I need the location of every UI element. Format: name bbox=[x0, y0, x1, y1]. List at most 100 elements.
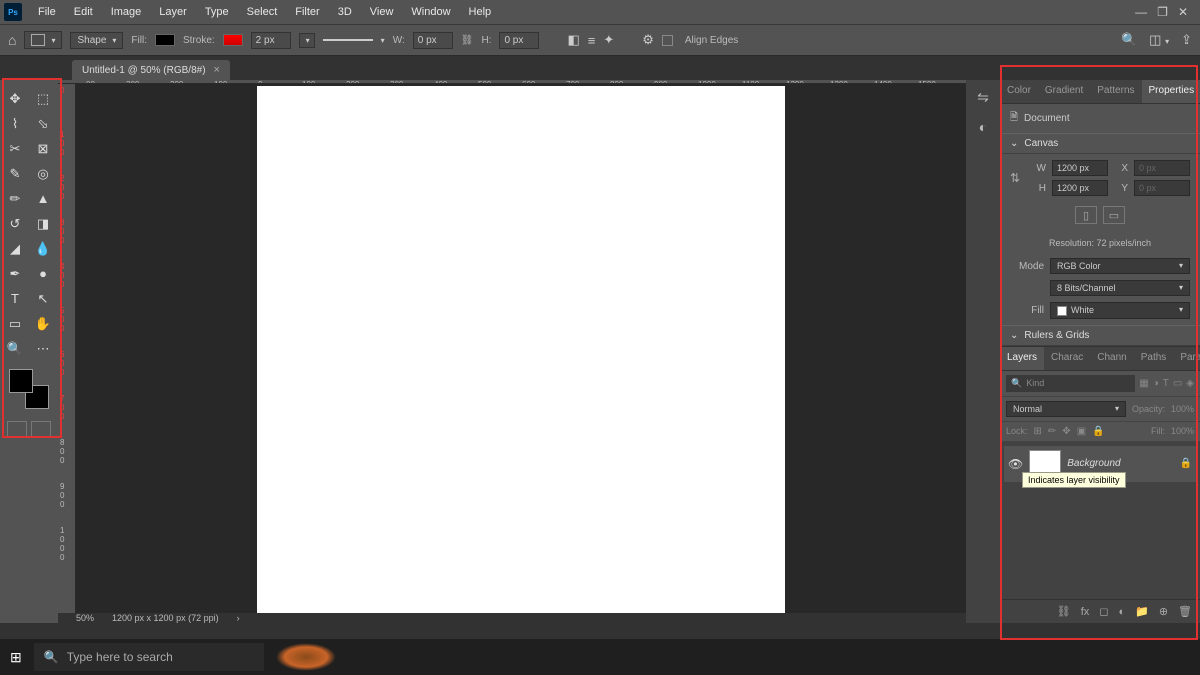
status-menu-chevron[interactable]: › bbox=[237, 613, 240, 623]
fill-swatch[interactable] bbox=[155, 34, 175, 46]
visibility-toggle[interactable]: 👁 bbox=[1008, 457, 1023, 471]
layer-mask-icon[interactable]: ◻ bbox=[1099, 605, 1108, 618]
lock-transparency-icon[interactable]: ⊞ bbox=[1034, 426, 1042, 437]
blur-tool[interactable]: 💧 bbox=[31, 238, 55, 259]
color-picker[interactable] bbox=[9, 369, 49, 409]
hand-tool[interactable]: ✋ bbox=[31, 313, 55, 334]
tab-patterns[interactable]: Patterns bbox=[1090, 80, 1141, 103]
brush-tool[interactable]: ✏ bbox=[3, 188, 27, 209]
canvas-heading[interactable]: ⌄Canvas bbox=[1000, 133, 1200, 154]
lock-artboard-icon[interactable]: ▣ bbox=[1077, 426, 1086, 437]
edit-toolbar[interactable]: ⋯ bbox=[31, 338, 55, 359]
filter-shape-icon[interactable]: ▭ bbox=[1173, 378, 1182, 389]
menu-3d[interactable]: 3D bbox=[330, 3, 360, 21]
crop-tool[interactable]: ✂ bbox=[3, 138, 27, 159]
frame-tool[interactable]: ⊠ bbox=[31, 138, 55, 159]
lock-position-icon[interactable]: ✥ bbox=[1062, 426, 1070, 437]
close-button[interactable]: ✕ bbox=[1178, 5, 1188, 19]
canvas-width-input[interactable] bbox=[1052, 160, 1108, 176]
lock-image-icon[interactable]: ✏ bbox=[1048, 426, 1056, 437]
menu-filter[interactable]: Filter bbox=[287, 3, 327, 21]
stroke-style-dropdown[interactable]: ▾ bbox=[299, 33, 315, 48]
arrange-icon[interactable]: ✦ bbox=[603, 32, 614, 48]
tab-paths[interactable]: Paths bbox=[1134, 347, 1174, 370]
gear-icon[interactable]: ⚙ bbox=[642, 32, 654, 48]
link-dims-icon[interactable]: ⇅ bbox=[1010, 171, 1020, 185]
filter-smart-icon[interactable]: ◈ bbox=[1186, 378, 1194, 389]
share-icon[interactable]: ⇪ bbox=[1181, 32, 1192, 48]
pen-tool[interactable]: ✒ bbox=[3, 263, 27, 284]
gradient-tool[interactable]: ◢ bbox=[3, 238, 27, 259]
filter-pixel-icon[interactable]: ▦ bbox=[1139, 378, 1148, 389]
quick-select-tool[interactable]: ⬂ bbox=[31, 113, 55, 134]
lock-all-icon[interactable]: 🔒 bbox=[1092, 426, 1104, 437]
align-icon[interactable]: ≡ bbox=[588, 33, 596, 48]
move-tool[interactable]: ✥ bbox=[3, 88, 27, 109]
link-icon[interactable]: ⛓ bbox=[461, 35, 474, 46]
stroke-swatch[interactable] bbox=[223, 34, 243, 46]
info-panel-icon[interactable]: ◐ bbox=[972, 116, 994, 138]
delete-layer-icon[interactable]: 🗑 bbox=[1178, 605, 1192, 618]
patch-tool[interactable]: ◎ bbox=[31, 163, 55, 184]
link-layers-icon[interactable]: ⛓ bbox=[1057, 605, 1071, 618]
layer-fx-icon[interactable]: fx bbox=[1081, 606, 1090, 618]
canvas-height-input[interactable] bbox=[1052, 180, 1108, 196]
tab-gradient[interactable]: Gradient bbox=[1038, 80, 1090, 103]
foreground-color-swatch[interactable] bbox=[9, 369, 33, 393]
bit-depth-select[interactable]: 8 Bits/Channel▾ bbox=[1050, 280, 1190, 296]
pathops-icon[interactable]: ◧ bbox=[567, 32, 579, 48]
menu-layer[interactable]: Layer bbox=[151, 3, 195, 21]
filter-adjust-icon[interactable]: ◑ bbox=[1153, 378, 1159, 389]
tab-layers[interactable]: Layers bbox=[1000, 347, 1044, 370]
new-layer-icon[interactable]: ⊕ bbox=[1159, 605, 1168, 618]
dodge-tool[interactable]: ● bbox=[31, 263, 55, 284]
eraser-tool[interactable]: ◨ bbox=[31, 213, 55, 234]
menu-view[interactable]: View bbox=[362, 3, 402, 21]
minimize-button[interactable]: — bbox=[1135, 5, 1147, 19]
menu-select[interactable]: Select bbox=[239, 3, 286, 21]
stroke-preview[interactable] bbox=[323, 39, 373, 41]
artboard[interactable] bbox=[257, 86, 785, 613]
path-select-tool[interactable]: ↖ bbox=[31, 288, 55, 309]
tab-properties[interactable]: Properties bbox=[1142, 80, 1200, 103]
type-tool[interactable]: T bbox=[3, 288, 27, 309]
zoom-level[interactable]: 50% bbox=[76, 613, 94, 623]
shape-preset-dropdown[interactable]: ▾ bbox=[24, 31, 62, 49]
tab-channels[interactable]: Chann bbox=[1090, 347, 1133, 370]
stroke-width-input[interactable] bbox=[251, 32, 291, 49]
tab-character[interactable]: Charac bbox=[1044, 347, 1090, 370]
start-button[interactable]: ⊞ bbox=[10, 649, 22, 666]
layer-background[interactable]: 👁 Background 🔒 Indicates layer visibilit… bbox=[1004, 446, 1196, 482]
quick-mask-button[interactable] bbox=[31, 421, 51, 437]
menu-file[interactable]: File bbox=[30, 3, 64, 21]
home-icon[interactable]: ⌂ bbox=[8, 32, 16, 48]
layer-name[interactable]: Background bbox=[1067, 458, 1173, 469]
search-icon[interactable]: 🔍 bbox=[1121, 32, 1137, 48]
workspace-icon[interactable]: ◫ ▾ bbox=[1149, 32, 1169, 48]
menu-help[interactable]: Help bbox=[461, 3, 500, 21]
history-brush-tool[interactable]: ↺ bbox=[3, 213, 27, 234]
tab-paragraph[interactable]: Paragr bbox=[1173, 347, 1200, 370]
eyedropper-tool[interactable]: ✎ bbox=[3, 163, 27, 184]
layer-group-icon[interactable]: 📁 bbox=[1135, 605, 1149, 618]
stamp-tool[interactable]: ▲ bbox=[31, 188, 55, 209]
layer-filter-search[interactable]: 🔍 Kind bbox=[1006, 375, 1135, 392]
rulers-grids-heading[interactable]: ⌄Rulers & Grids bbox=[1000, 325, 1200, 346]
canvas-viewport[interactable] bbox=[76, 84, 966, 613]
taskbar-search[interactable]: 🔍 Type here to search bbox=[34, 643, 264, 671]
document-tab[interactable]: Untitled-1 @ 50% (RGB/8#) × bbox=[72, 60, 230, 80]
maximize-button[interactable]: ❐ bbox=[1157, 5, 1168, 19]
menu-image[interactable]: Image bbox=[103, 3, 150, 21]
filter-type-icon[interactable]: T bbox=[1163, 378, 1169, 389]
stroke-preview-caret[interactable]: ▾ bbox=[381, 36, 385, 45]
standard-mode-button[interactable] bbox=[7, 421, 27, 437]
portrait-button[interactable]: ▯ bbox=[1075, 206, 1097, 224]
tab-color[interactable]: Color bbox=[1000, 80, 1038, 103]
taskbar-app-icon[interactable] bbox=[276, 643, 336, 671]
opt-width-input[interactable] bbox=[413, 32, 453, 49]
menu-edit[interactable]: Edit bbox=[66, 3, 101, 21]
history-panel-icon[interactable]: ⇋ bbox=[972, 86, 994, 108]
zoom-tool[interactable]: 🔍 bbox=[3, 338, 27, 359]
color-mode-select[interactable]: RGB Color▾ bbox=[1050, 258, 1190, 274]
close-icon[interactable]: × bbox=[214, 64, 220, 76]
